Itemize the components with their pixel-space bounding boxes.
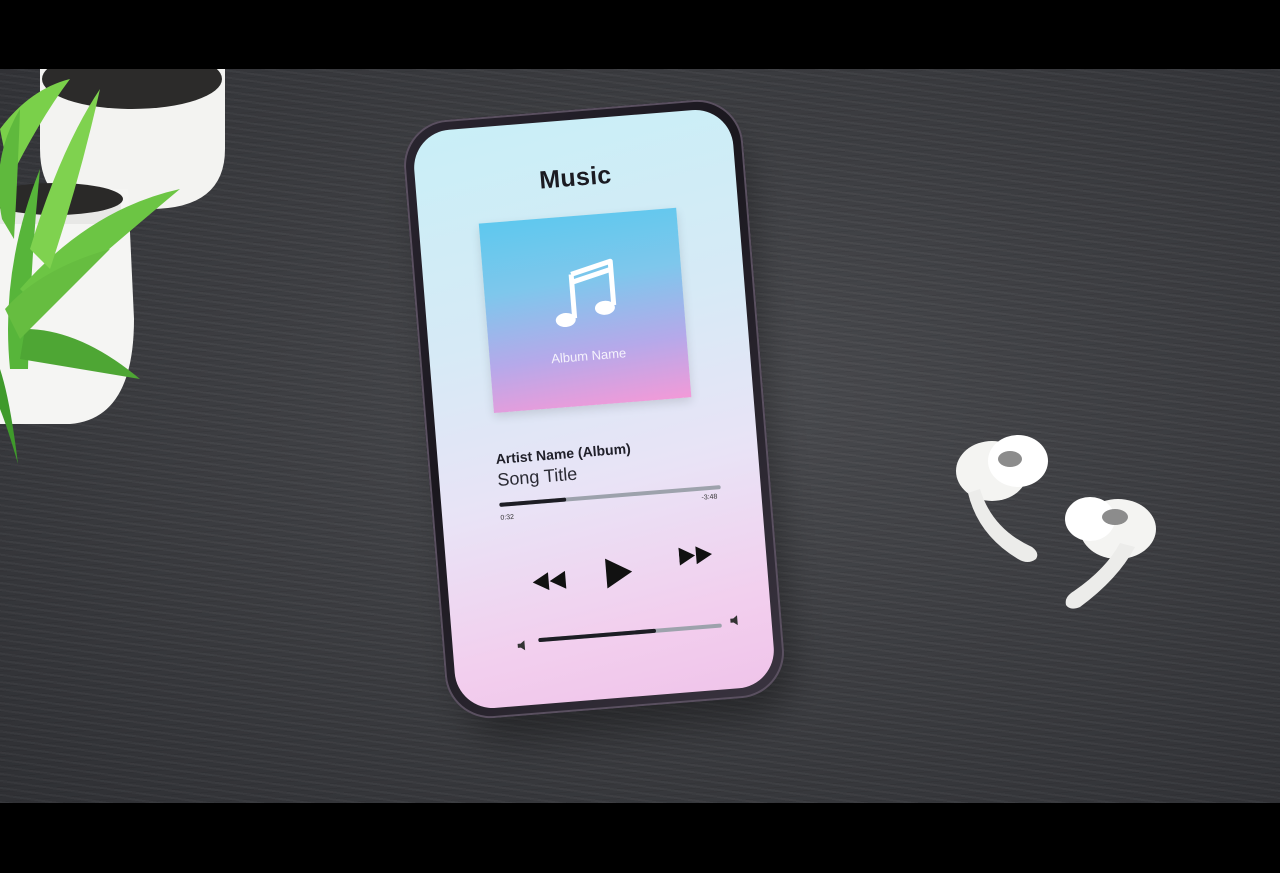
volume-high-icon [730, 615, 738, 626]
time-elapsed: 0:32 [500, 513, 515, 522]
music-note-icon [555, 258, 617, 328]
song-title: Song Title [496, 463, 578, 490]
volume-slider[interactable] [538, 623, 722, 643]
letterbox-bottom [0, 803, 1280, 873]
letterbox-top [0, 0, 1280, 69]
volume-low-icon [517, 640, 526, 651]
playback-progress-fill [499, 497, 566, 507]
app-title: Music [538, 160, 613, 195]
artist-name: Artist Name (Album) [495, 440, 632, 468]
fast-forward-icon [678, 546, 713, 566]
album-name-label: Album Name [550, 345, 627, 367]
rewind-button[interactable] [531, 568, 569, 595]
play-button[interactable] [600, 554, 637, 591]
wireless-earbuds-image [956, 435, 1156, 609]
album-art: Album Name [478, 207, 692, 414]
potted-plant-image [0, 69, 225, 464]
smartphone: Music Album Name Artist Name (Album) Son… [400, 96, 788, 722]
photo-scene: Music Album Name Artist Name (Album) Son… [0, 69, 1280, 803]
playback-progress-slider[interactable] [499, 485, 721, 507]
play-icon [605, 558, 633, 589]
rewind-icon [532, 570, 567, 591]
fast-forward-button[interactable] [677, 542, 715, 569]
volume-fill [538, 628, 656, 643]
time-remaining: -3:48 [701, 493, 718, 502]
phone-screen: Music Album Name Artist Name (Album) Son… [411, 107, 777, 711]
